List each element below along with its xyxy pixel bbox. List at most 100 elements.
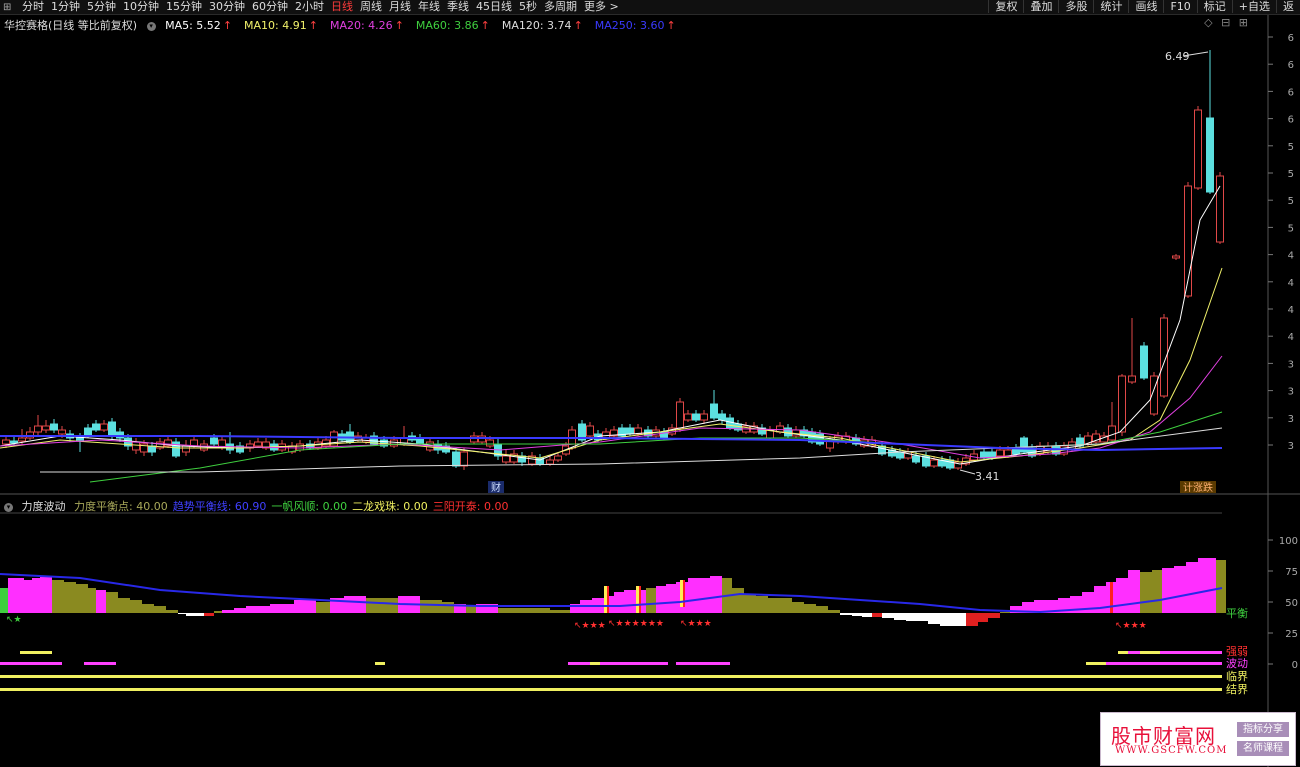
momentum-accent-red — [639, 586, 641, 613]
candle-body — [996, 449, 1004, 457]
event-marker: 计涨跌 — [1183, 481, 1213, 494]
momentum-bar — [8, 578, 16, 613]
sub-right-label: 临界 — [1226, 669, 1248, 683]
momentum-bar — [732, 588, 744, 613]
candle-body — [676, 401, 684, 429]
candle-body — [182, 445, 190, 453]
y-tick-label: 4 — [1288, 332, 1294, 343]
candle-body — [1108, 425, 1116, 441]
momentum-bar — [852, 613, 862, 616]
momentum-bar — [744, 594, 756, 613]
candle-body — [1140, 345, 1148, 379]
candle-body — [726, 417, 734, 429]
watermark-logo: 股市财富网 WWW.GSCFW.COM 指标分享 名师课程 — [1100, 712, 1296, 766]
momentum-bar — [1208, 558, 1216, 613]
sub-chart-info: ▾ 力度波动 力度平衡点: 40.00 趋势平衡线: 60.90 一帆风顺: 0.0… — [4, 498, 519, 514]
candle-body — [148, 445, 156, 453]
candle-body — [34, 425, 42, 433]
momentum-bar — [142, 604, 154, 613]
momentum-bar — [88, 588, 96, 613]
volatility-strip — [84, 662, 116, 665]
candle-body — [132, 441, 140, 451]
momentum-bar — [356, 596, 366, 613]
high-price-label: 6.49 — [1165, 50, 1190, 63]
momentum-bar — [988, 613, 1000, 618]
y-tick-label: 6 — [1288, 115, 1294, 126]
candle-body — [50, 423, 58, 431]
sub-settings-dot-icon[interactable]: ▾ — [4, 502, 13, 512]
watermark-badge-course: 名师课程 — [1237, 741, 1289, 756]
candle-body — [1216, 175, 1224, 243]
sub-chart-title[interactable]: 力度波动 — [22, 500, 66, 513]
candle-body — [42, 425, 50, 431]
signal-star: ↖★ — [6, 615, 22, 625]
momentum-bar — [246, 606, 258, 613]
momentum-bar — [756, 596, 768, 613]
momentum-bar — [316, 602, 330, 613]
candle-body — [1194, 109, 1202, 189]
signal-star: ↖★★★ — [680, 619, 712, 629]
momentum-bar — [194, 613, 204, 616]
volatility-strip — [1106, 662, 1222, 665]
candle-body — [390, 439, 398, 447]
sub-param-item: 二龙戏珠: 0.00 — [352, 500, 428, 513]
candle-body — [684, 413, 692, 421]
sub-right-label: 平衡 — [1226, 607, 1248, 620]
candle-body — [980, 451, 988, 459]
signal-star: ↖★★★★★★ — [608, 619, 664, 629]
momentum-bar — [1152, 570, 1162, 613]
momentum-bar — [282, 604, 294, 613]
momentum-bar — [24, 580, 32, 613]
momentum-bar — [186, 613, 194, 616]
volatility-strip — [676, 662, 730, 665]
momentum-bar — [520, 608, 530, 613]
momentum-bar — [466, 606, 476, 613]
momentum-accent — [636, 586, 639, 613]
strength-strip — [20, 651, 52, 654]
candle-body — [568, 429, 576, 449]
momentum-bar — [646, 588, 656, 613]
momentum-bar — [390, 598, 398, 613]
momentum-bar — [16, 578, 24, 613]
momentum-bar — [560, 610, 570, 613]
momentum-bar — [204, 613, 214, 616]
momentum-bar — [894, 613, 906, 620]
momentum-bar — [882, 613, 894, 618]
momentum-bar — [966, 613, 978, 626]
candle-body — [1206, 117, 1214, 193]
chart-canvas[interactable]: 6 6 6 6 5 5 5 5 4 4 4 4 3 3 3 3 100 75 50 25 0 6.49 3.41 财 计涨跌 ↖★… — [0, 0, 1300, 767]
sub-right-label: 结界 — [1226, 683, 1248, 696]
candle-body — [84, 427, 92, 437]
sub-y-tick-label: 25 — [1285, 629, 1298, 640]
candle-body — [460, 451, 468, 467]
y-tick-label: 4 — [1288, 278, 1294, 289]
y-tick-label: 6 — [1288, 60, 1294, 71]
sub-params-legend: 力度平衡点: 40.00 趋势平衡线: 60.90 一帆风顺: 0.00 二龙戏珠: … — [74, 500, 514, 513]
momentum-bar — [840, 613, 852, 615]
momentum-bar — [1198, 558, 1208, 613]
y-tick-label: 6 — [1288, 87, 1294, 98]
sub-y-tick-label: 50 — [1285, 598, 1298, 609]
momentum-bar — [816, 606, 828, 613]
y-tick-label: 5 — [1288, 169, 1294, 180]
candle-body — [784, 427, 792, 437]
momentum-bar — [1116, 578, 1128, 613]
momentum-bar — [1140, 572, 1152, 613]
momentum-bar — [510, 608, 520, 613]
momentum-bar — [530, 608, 540, 613]
sub-right-label: 波动 — [1226, 657, 1248, 670]
momentum-bar — [1162, 568, 1174, 613]
momentum-bar — [432, 600, 442, 613]
sub-y-tick-label: 75 — [1285, 567, 1298, 578]
critical-strip — [0, 675, 1222, 678]
momentum-bar — [624, 590, 636, 613]
momentum-bar — [952, 613, 966, 626]
strength-strip — [1140, 651, 1160, 654]
momentum-bar — [700, 578, 710, 613]
candle-body — [10, 440, 18, 444]
momentum-bar — [1128, 570, 1140, 613]
momentum-bar — [258, 606, 270, 613]
sub-param-item: 三阳开泰: 0.00 — [432, 500, 509, 513]
momentum-bar — [780, 598, 792, 613]
sub-param-item: 一帆风顺: 0.00 — [271, 500, 348, 513]
